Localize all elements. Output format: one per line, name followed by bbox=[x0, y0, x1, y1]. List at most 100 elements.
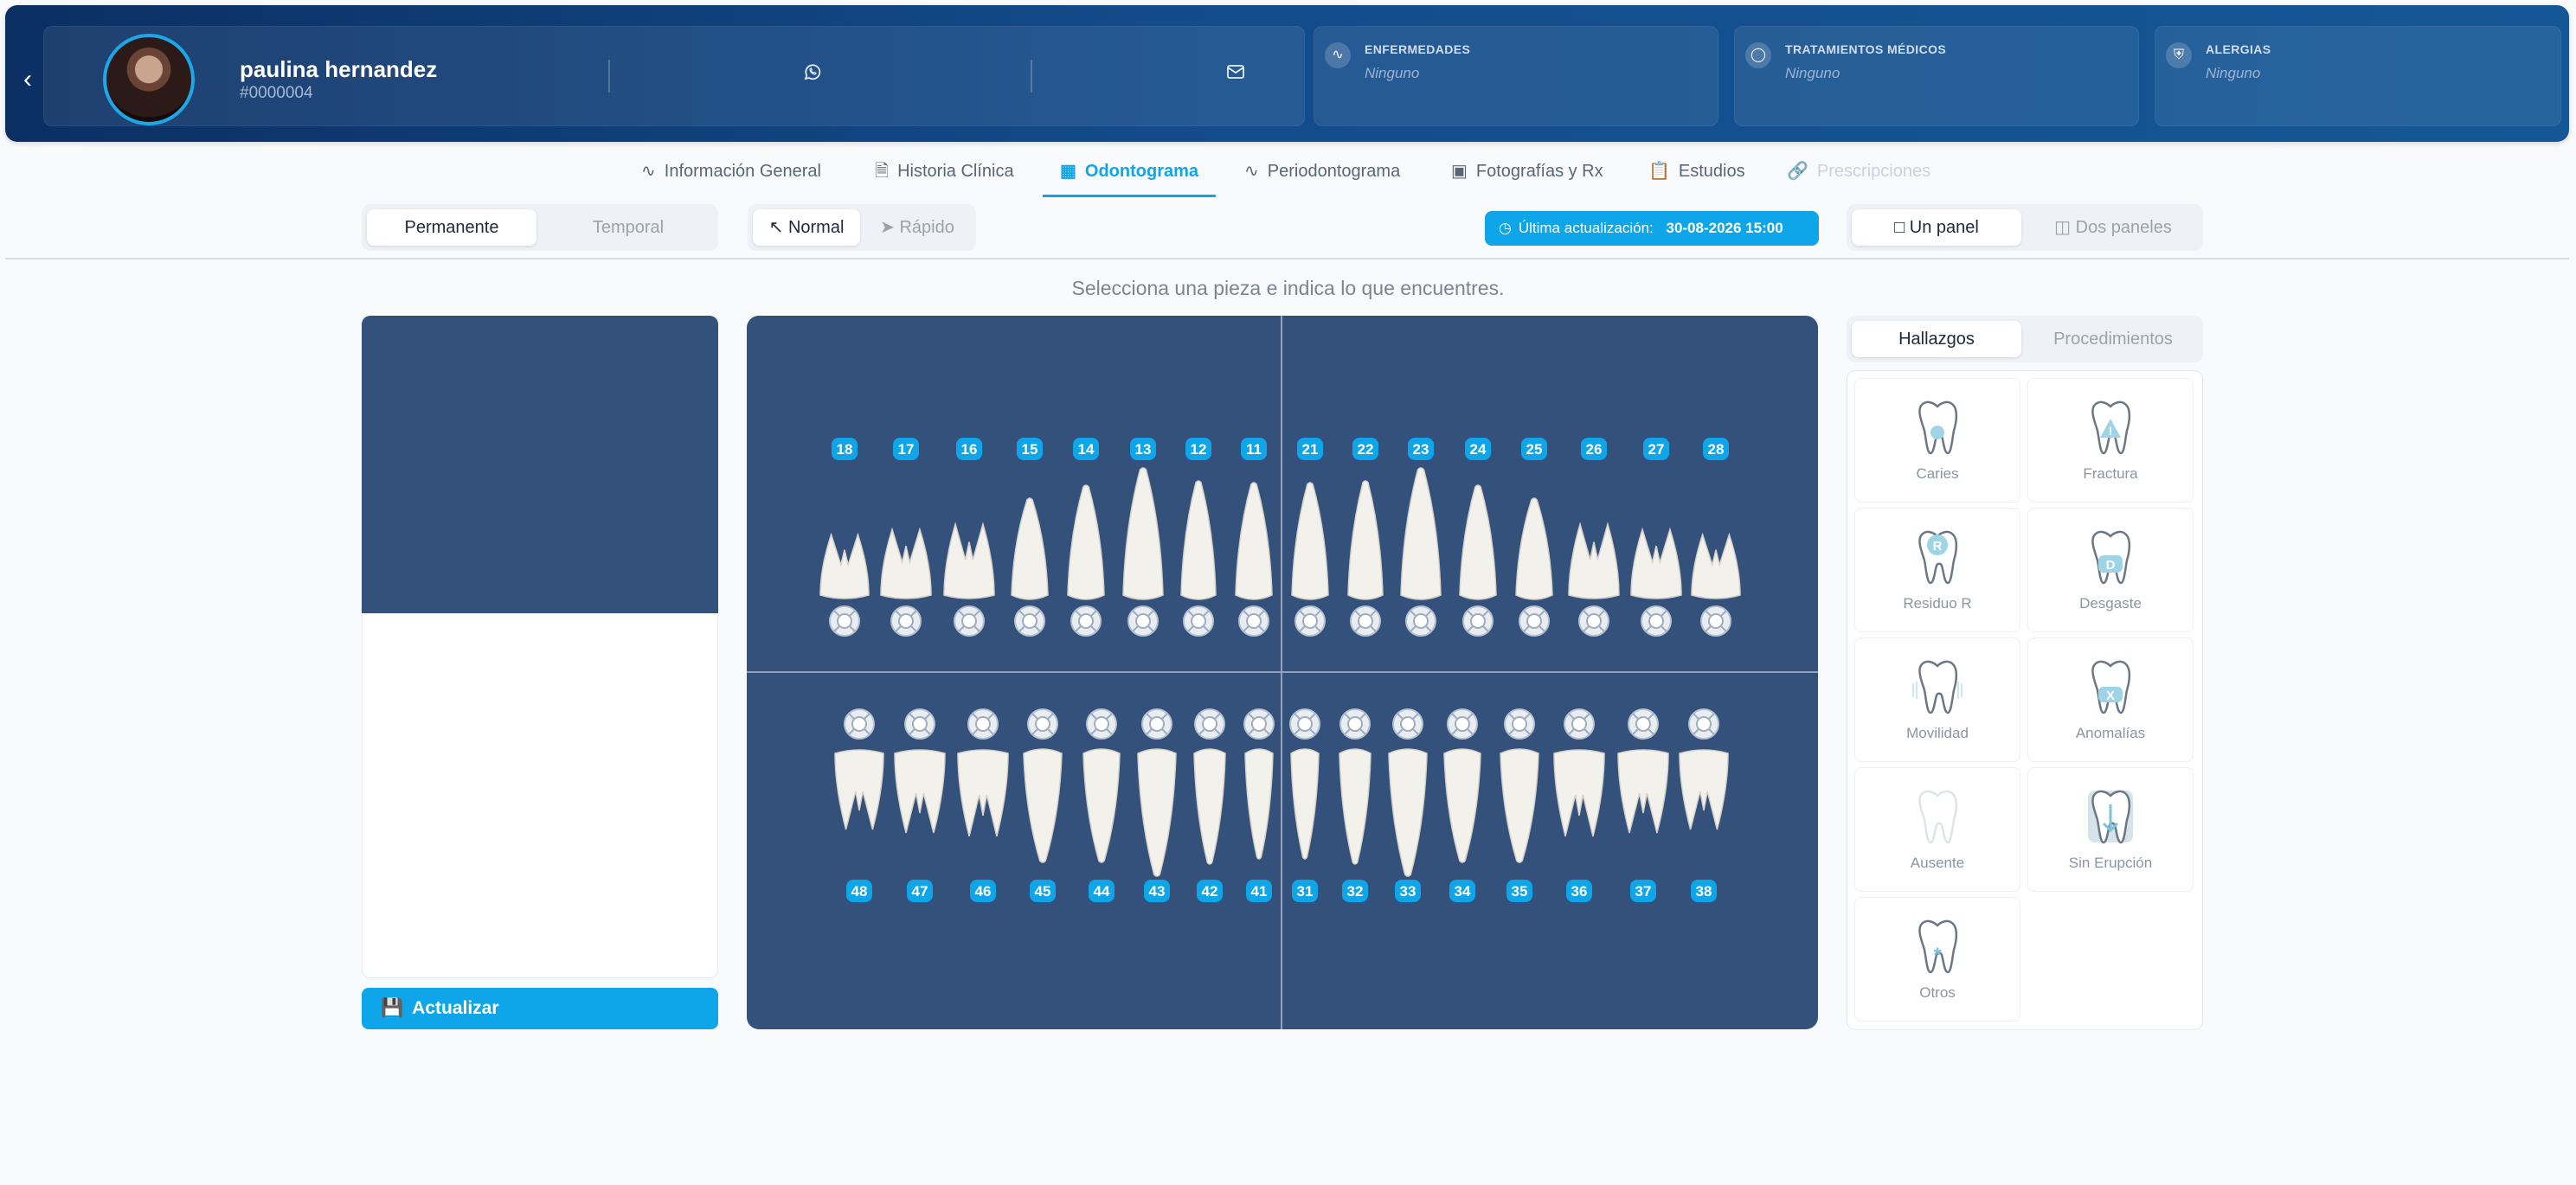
tooth-surface-diagram[interactable] bbox=[1350, 605, 1381, 637]
rapido-mode-button[interactable]: ➤ Rápido bbox=[864, 209, 971, 246]
tooth-number-14[interactable]: 14 bbox=[1073, 438, 1099, 460]
tooth-21[interactable] bbox=[1291, 482, 1329, 600]
tooth-46[interactable] bbox=[957, 749, 1009, 837]
tooth-36[interactable] bbox=[1553, 749, 1605, 837]
tooth-surface-diagram[interactable] bbox=[1339, 708, 1371, 740]
tooth-number-21[interactable]: 21 bbox=[1297, 438, 1323, 460]
tooth-surface-diagram[interactable] bbox=[1392, 708, 1423, 740]
tab-historia-clinica[interactable]: 🗎 Historia Clínica bbox=[875, 145, 1014, 197]
tooth-number-46[interactable]: 46 bbox=[970, 880, 996, 902]
tooth-27[interactable] bbox=[1630, 527, 1682, 599]
permanente-button[interactable]: Permanente bbox=[367, 209, 536, 246]
tooth-surface-diagram[interactable] bbox=[1628, 708, 1659, 740]
tooth-34[interactable] bbox=[1443, 748, 1481, 863]
tooth-48[interactable] bbox=[834, 749, 884, 830]
tooth-surface-diagram[interactable] bbox=[1141, 708, 1172, 740]
tooth-number-42[interactable]: 42 bbox=[1197, 880, 1223, 902]
tooth-number-13[interactable]: 13 bbox=[1130, 438, 1156, 460]
tooth-surface-diagram[interactable] bbox=[1294, 605, 1326, 637]
tooth-42[interactable] bbox=[1193, 748, 1226, 865]
finding-sin-erupcion[interactable]: Sin Erupción bbox=[2027, 767, 2194, 892]
finding-movilidad[interactable]: Movilidad bbox=[1854, 637, 2020, 762]
finding-desgaste[interactable]: D Desgaste bbox=[2027, 508, 2194, 632]
tooth-number-38[interactable]: 38 bbox=[1691, 880, 1717, 902]
tooth-surface-diagram[interactable] bbox=[1027, 708, 1058, 740]
tooth-23[interactable] bbox=[1400, 467, 1442, 600]
tooth-number-36[interactable]: 36 bbox=[1566, 880, 1592, 902]
tab-fotografias-rx[interactable]: ▣ Fotografías y Rx bbox=[1451, 145, 1603, 197]
tooth-number-16[interactable]: 16 bbox=[956, 438, 982, 460]
tooth-number-24[interactable]: 24 bbox=[1465, 438, 1491, 460]
tooth-18[interactable] bbox=[819, 532, 870, 599]
tooth-surface-diagram[interactable] bbox=[1405, 605, 1436, 637]
tooth-number-35[interactable]: 35 bbox=[1506, 880, 1532, 902]
tooth-38[interactable] bbox=[1679, 749, 1729, 830]
tooth-surface-diagram[interactable] bbox=[954, 605, 985, 637]
tab-informacion-general[interactable]: ∿ Información General bbox=[641, 145, 821, 197]
tab-prescripciones[interactable]: 🔗 Prescripciones bbox=[1787, 145, 1930, 197]
un-panel-button[interactable]: □ Un panel bbox=[1852, 209, 2021, 246]
tooth-13[interactable] bbox=[1122, 467, 1164, 600]
tooth-41[interactable] bbox=[1244, 748, 1274, 860]
finding-anomalias[interactable]: X Anomalías bbox=[2027, 637, 2194, 762]
finding-ausente[interactable]: Ausente bbox=[1854, 767, 2020, 892]
tooth-17[interactable] bbox=[880, 527, 932, 599]
dos-paneles-button[interactable]: ◫ Dos paneles bbox=[2028, 209, 2198, 246]
tab-odontograma[interactable]: ▦ Odontograma bbox=[1043, 145, 1217, 197]
tooth-surface-diagram[interactable] bbox=[1578, 605, 1609, 637]
tooth-number-44[interactable]: 44 bbox=[1089, 880, 1115, 902]
update-button[interactable]: 💾 Actualizar bbox=[362, 988, 718, 1029]
tooth-surface-diagram[interactable] bbox=[1462, 605, 1494, 637]
tooth-number-23[interactable]: 23 bbox=[1408, 438, 1434, 460]
tooth-number-32[interactable]: 32 bbox=[1342, 880, 1368, 902]
tooth-25[interactable] bbox=[1515, 497, 1553, 600]
tooth-14[interactable] bbox=[1067, 484, 1105, 600]
tooth-surface-diagram[interactable] bbox=[1564, 708, 1595, 740]
tooth-number-37[interactable]: 37 bbox=[1630, 880, 1656, 902]
tooth-surface-diagram[interactable] bbox=[1504, 708, 1535, 740]
tooth-surface-diagram[interactable] bbox=[1700, 605, 1731, 637]
tooth-16[interactable] bbox=[943, 522, 995, 599]
tooth-surface-diagram[interactable] bbox=[904, 708, 935, 740]
tooth-surface-diagram[interactable] bbox=[890, 605, 922, 637]
temporal-button[interactable]: Temporal bbox=[543, 209, 713, 246]
tooth-surface-diagram[interactable] bbox=[829, 605, 860, 637]
tooth-surface-diagram[interactable] bbox=[1641, 605, 1672, 637]
tooth-12[interactable] bbox=[1180, 480, 1217, 600]
tooth-surface-diagram[interactable] bbox=[1519, 605, 1550, 637]
finding-otros[interactable]: * Otros bbox=[1854, 897, 2020, 1022]
tooth-number-27[interactable]: 27 bbox=[1643, 438, 1669, 460]
tooth-22[interactable] bbox=[1347, 480, 1384, 600]
tooth-surface-diagram[interactable] bbox=[844, 708, 875, 740]
tooth-31[interactable] bbox=[1290, 748, 1320, 860]
tooth-number-33[interactable]: 33 bbox=[1395, 880, 1421, 902]
tooth-43[interactable] bbox=[1137, 748, 1177, 877]
tooth-surface-diagram[interactable] bbox=[1070, 605, 1102, 637]
tab-estudios[interactable]: 📋 Estudios bbox=[1648, 145, 1745, 197]
tooth-number-47[interactable]: 47 bbox=[907, 880, 933, 902]
finding-caries[interactable]: Caries bbox=[1854, 378, 2020, 503]
tooth-surface-diagram[interactable] bbox=[1014, 605, 1045, 637]
finding-fractura[interactable]: ! Fractura bbox=[2027, 378, 2194, 503]
tooth-number-41[interactable]: 41 bbox=[1246, 880, 1272, 902]
tooth-number-26[interactable]: 26 bbox=[1581, 438, 1607, 460]
finding-residuo-r[interactable]: R Residuo R bbox=[1854, 508, 2020, 632]
tooth-37[interactable] bbox=[1617, 749, 1669, 834]
tooth-number-31[interactable]: 31 bbox=[1292, 880, 1318, 902]
normal-mode-button[interactable]: ↖ Normal bbox=[753, 209, 860, 246]
tab-hallazgos[interactable]: Hallazgos bbox=[1852, 321, 2021, 357]
tooth-44[interactable] bbox=[1082, 748, 1121, 863]
tooth-number-45[interactable]: 45 bbox=[1030, 880, 1056, 902]
whatsapp-icon[interactable] bbox=[800, 61, 825, 88]
tooth-surface-diagram[interactable] bbox=[1289, 708, 1320, 740]
tooth-35[interactable] bbox=[1500, 748, 1539, 863]
tooth-surface-diagram[interactable] bbox=[967, 708, 999, 740]
back-arrow-icon[interactable]: ‹ bbox=[16, 62, 40, 97]
tooth-number-43[interactable]: 43 bbox=[1144, 880, 1170, 902]
tooth-number-28[interactable]: 28 bbox=[1703, 438, 1729, 460]
tooth-number-12[interactable]: 12 bbox=[1185, 438, 1211, 460]
tab-procedimientos[interactable]: Procedimientos bbox=[2028, 321, 2198, 357]
tooth-surface-diagram[interactable] bbox=[1086, 708, 1117, 740]
tooth-surface-diagram[interactable] bbox=[1183, 605, 1214, 637]
tooth-surface-diagram[interactable] bbox=[1127, 605, 1159, 637]
